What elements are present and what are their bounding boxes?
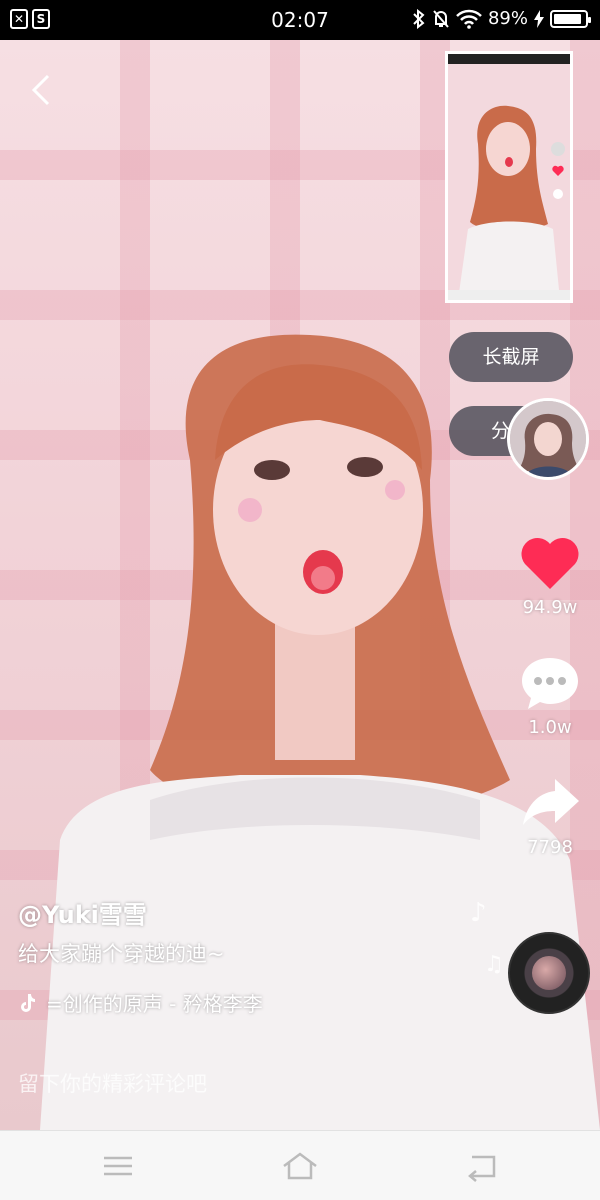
long-screenshot-button[interactable]: 长截屏 — [449, 332, 573, 382]
tiktok-note-icon — [21, 993, 35, 1012]
music-title: =创作的原声 - 矜格李李 — [46, 992, 263, 1016]
comment-count: 1.0w — [528, 717, 572, 738]
music-info[interactable]: =创作的原声 - 矜格李李 — [18, 988, 263, 1017]
home-icon[interactable] — [280, 1149, 320, 1183]
share-arrow-icon — [523, 779, 579, 825]
status-right-icons: 89% — [412, 8, 591, 29]
thumbnail-image — [448, 54, 570, 300]
battery-percent: 89% — [487, 8, 528, 29]
mute-icon — [433, 9, 449, 28]
video-description: 给大家蹦个穿越的迪~ — [18, 942, 225, 966]
share-count: 7798 — [527, 837, 573, 858]
back-icon[interactable] — [22, 70, 62, 110]
music-disc[interactable] — [508, 932, 590, 1014]
system-nav-bar — [0, 1130, 600, 1200]
menu-icon[interactable] — [98, 1149, 138, 1183]
status-bar: ✕ S 02:07 89% — [0, 0, 600, 40]
back-nav-icon[interactable] — [462, 1149, 502, 1183]
video-player[interactable]: 长截屏 分享 94.9w 1.0w 7798 ♪ ♫ @Yuki雪雪 给大家蹦个… — [0, 40, 600, 1130]
music-note-icon: ♪ — [470, 898, 487, 928]
bluetooth-icon — [413, 8, 425, 29]
author-name[interactable]: @Yuki雪雪 — [18, 895, 147, 930]
comment-input[interactable]: 留下你的精彩评论吧 — [18, 1068, 207, 1098]
charging-icon — [534, 9, 544, 28]
share-button[interactable]: 7798 — [515, 775, 585, 858]
heart-icon — [521, 537, 579, 589]
like-button[interactable]: 94.9w — [515, 535, 585, 618]
wifi-icon — [456, 9, 482, 29]
comment-button[interactable]: 1.0w — [515, 655, 585, 738]
battery-icon — [550, 9, 591, 28]
like-count: 94.9w — [522, 597, 578, 618]
battery-fill — [554, 13, 581, 24]
avatar-image — [510, 401, 586, 477]
comment-icon — [522, 658, 578, 709]
screenshot-thumbnail[interactable] — [445, 51, 573, 303]
music-disc-cover — [532, 956, 566, 990]
author-avatar[interactable] — [507, 398, 589, 480]
music-note-icon: ♫ — [484, 952, 504, 977]
